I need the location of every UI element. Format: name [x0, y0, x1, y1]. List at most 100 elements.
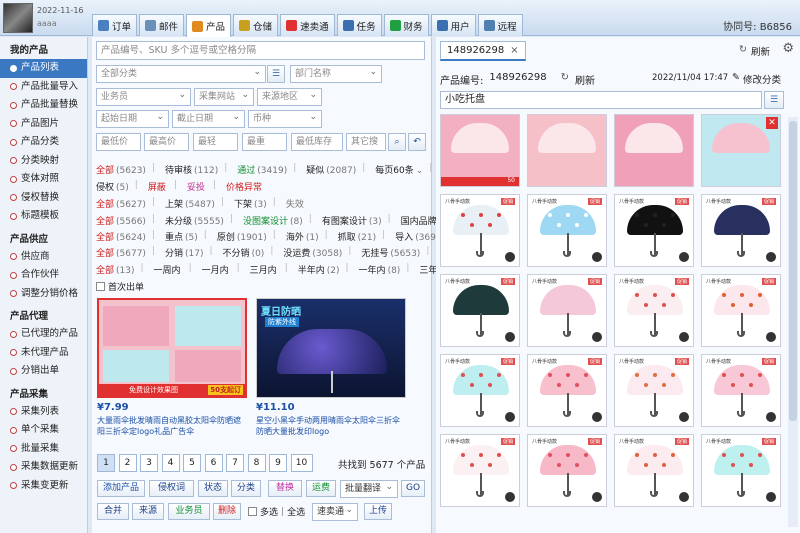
refresh-product-link[interactable]: 刷新 [575, 72, 595, 87]
filter-option[interactable]: 一周内 [154, 263, 183, 276]
filter-option[interactable]: 侵权 (5) [96, 180, 129, 193]
product-thumbnail[interactable]: 八骨手动款 促销 [701, 274, 781, 347]
product-thumbnail[interactable]: 八骨手动款 促销 [614, 274, 694, 347]
page-button[interactable]: 8 [247, 454, 266, 472]
max-price-field[interactable]: 最高价 [144, 133, 189, 151]
product-thumbnail[interactable]: 八骨手动款 促销 [701, 434, 781, 507]
filter-option[interactable]: 全部 (5624) [96, 230, 146, 243]
action-button[interactable]: 合并 [97, 503, 129, 520]
page-button[interactable]: 4 [161, 454, 180, 472]
filter-option[interactable]: 全部 (5627) [96, 197, 146, 210]
min-stock-field[interactable]: 最低库存 [291, 133, 343, 151]
product-card[interactable]: 夏日防晒 防紫外线 ¥11.10 星空小黑伞手动两用晴雨伞太阳伞三折伞防晒大量批… [256, 298, 406, 437]
product-thumbnail[interactable]: 八骨手动款 促销 [527, 274, 607, 347]
product-thumbnail[interactable]: 八骨手动款 促销 [440, 354, 520, 427]
settings-gear-icon[interactable]: ⚙ [782, 41, 794, 56]
filter-option[interactable]: 上架 (5487) [165, 197, 215, 210]
page-button[interactable]: 7 [226, 454, 244, 472]
sidebar-item[interactable]: 已代理的产品 [0, 325, 87, 344]
filter-option[interactable]: 价格异常 [226, 180, 264, 193]
product-thumbnail[interactable]: ✕ [701, 114, 781, 187]
first-order-checkbox[interactable] [96, 282, 105, 291]
filter-option[interactable]: 没运费 (3058) [283, 246, 342, 259]
tab-task[interactable]: 任务 [336, 14, 382, 36]
currency-select[interactable]: 币种 [248, 110, 322, 128]
action-button[interactable]: 状态 [198, 480, 228, 497]
sidebar-item[interactable]: 变体对照 [0, 170, 87, 189]
other-search-field[interactable]: 其它搜 [346, 133, 386, 151]
filter-option[interactable]: 全部 (13) [96, 263, 135, 276]
filter-option[interactable]: 全部 (5623) [96, 163, 146, 176]
filter-option[interactable]: 重点 (5) [165, 230, 198, 243]
page-button[interactable]: 5 [183, 454, 201, 472]
product-thumbnail[interactable] [527, 114, 607, 187]
product-thumbnail[interactable]: 八骨手动款 促销 [614, 194, 694, 267]
sidebar-item[interactable]: 供应商 [0, 248, 87, 267]
product-title[interactable]: 星空小黑伞手动两用晴雨伞太阳伞三折伞防晒大量批发印logo [256, 415, 406, 437]
undo-icon[interactable]: ↶ [408, 133, 426, 151]
sidebar-item[interactable]: 产品图片 [0, 115, 87, 134]
action-button[interactable]: 添加产品 [97, 480, 145, 497]
action-button[interactable]: 运费 [306, 480, 336, 497]
category-select[interactable]: 全部分类 [96, 65, 266, 83]
filter-option[interactable]: 疑似 (2087) [306, 163, 356, 176]
product-thumbnail[interactable]: 八骨手动款 促销 [614, 354, 694, 427]
product-thumbnail[interactable]: 八骨手动款 促销 [440, 274, 520, 347]
tab-aliexpress[interactable]: 速卖通 [280, 14, 335, 36]
product-thumbnail[interactable]: 八骨手动款 促销 [440, 194, 520, 267]
product-card[interactable]: 免费设计效果图 50支起订 ¥7.99 大量雨伞批发晴雨自动黑胶太阳伞防晒遮阳三… [97, 298, 247, 437]
filter-option[interactable]: 通过 (3419) [237, 163, 287, 176]
sidebar-item[interactable]: 侵权替换 [0, 189, 87, 208]
product-thumbnail[interactable]: 八骨手动款 促销 [701, 194, 781, 267]
min-weight-field[interactable]: 最轻 [193, 133, 238, 151]
filter-option[interactable]: 没图案设计 (8) [243, 214, 303, 227]
sidebar-item[interactable]: 批量采集 [0, 440, 87, 459]
tab-finance[interactable]: 财务 [383, 14, 429, 36]
scrollbar[interactable] [788, 117, 798, 527]
filter-option[interactable]: 未分级 (5555) [165, 214, 224, 227]
sidebar-item[interactable]: 采集列表 [0, 403, 87, 422]
filter-option[interactable]: 下架 (3) [234, 197, 267, 210]
product-thumbnail[interactable] [614, 114, 694, 187]
category-list-icon[interactable]: ☰ [267, 65, 285, 83]
sidebar-item[interactable]: 标题模板 [0, 207, 87, 226]
sidebar-item[interactable]: 产品列表 [0, 59, 87, 78]
refresh-button[interactable]: ↻ 刷新 [739, 44, 770, 58]
sidebar-item[interactable]: 调整分销价格 [0, 285, 87, 304]
filter-option[interactable]: 海外 (1) [286, 230, 319, 243]
action-button[interactable]: 删除 [213, 503, 241, 520]
sidebar-item[interactable]: 单个采集 [0, 421, 87, 440]
end-date-field[interactable]: 截止日期 [172, 110, 245, 128]
collect-site-select[interactable]: 采集网站 [194, 88, 254, 106]
sidebar-item[interactable]: 采集变更新 [0, 477, 87, 496]
category-input[interactable]: 小吃托盘 [440, 91, 762, 109]
filter-option[interactable]: 失效 [286, 197, 306, 210]
sidebar-item[interactable]: 分类映射 [0, 152, 87, 171]
product-thumbnail[interactable]: 八骨手动款 促销 [527, 354, 607, 427]
filter-option[interactable]: 分销 (17) [165, 246, 204, 259]
filter-option[interactable]: 不分销 (0) [223, 246, 265, 259]
category-list-icon[interactable]: ☰ [764, 91, 784, 109]
sidebar-item[interactable]: 采集数据更新 [0, 458, 87, 477]
product-image[interactable]: 免费设计效果图 50支起订 [97, 298, 247, 398]
filter-option[interactable]: 全部 (5566) [96, 214, 146, 227]
source-region-select[interactable]: 来源地区 [257, 88, 322, 106]
sidebar-item[interactable]: 产品批量替换 [0, 96, 87, 115]
filter-option[interactable]: 全部 (5677) [96, 246, 146, 259]
action-button[interactable]: 业务员 [168, 503, 210, 520]
product-thumbnail[interactable]: 50 [440, 114, 520, 187]
filter-option[interactable]: 有图案设计 (3) [322, 214, 382, 227]
multi-select-toggle[interactable]: 多选 | 全选 [248, 505, 305, 518]
tab-remote[interactable]: 远程 [477, 14, 523, 36]
product-title[interactable]: 大量雨伞批发晴雨自动黑胶太阳伞防晒遮阳三折伞定logo礼品广告伞 [97, 415, 247, 437]
start-date-field[interactable]: 起始日期 [96, 110, 169, 128]
product-thumbnail[interactable]: 八骨手动款 促销 [527, 434, 607, 507]
batch-translate-select[interactable]: 批量翻译 [340, 480, 398, 498]
filter-option[interactable]: 半年内 (2) [298, 263, 340, 276]
product-thumbnail[interactable]: 八骨手动款 促销 [527, 194, 607, 267]
page-button[interactable]: 1 [97, 454, 115, 472]
filter-option[interactable]: 抓取 (21) [338, 230, 377, 243]
action-button[interactable]: 来源 [132, 503, 164, 520]
tab-product[interactable]: 产品 [186, 14, 232, 37]
filter-option[interactable]: 三月内 [250, 263, 279, 276]
